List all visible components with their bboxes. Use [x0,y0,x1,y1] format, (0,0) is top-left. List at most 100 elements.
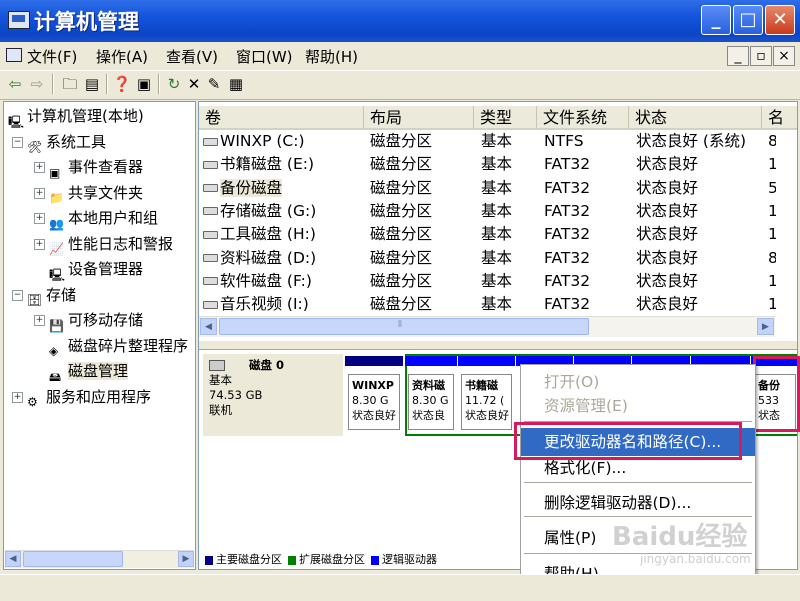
extra-icon[interactable]: ▦ [226,74,246,94]
tree-item[interactable]: 🖴 磁盘管理 [34,359,129,384]
collapse-icon[interactable]: − [12,289,23,301]
volume-list-horizontal-scrollbar[interactable]: ◀ ⦀ ▶ [199,316,775,337]
cell-capacity: 1 [768,223,776,246]
title-bar[interactable]: 计算机管理 _ □ ✕ [0,0,800,42]
volume-row[interactable]: 备份磁盘 磁盘分区 基本 FAT32 状态良好 5 [199,177,776,200]
menu-item-explore[interactable]: 资源管理(E) [521,392,755,420]
settings-icon[interactable]: ✎ [204,74,224,94]
computer-management-icon [8,11,30,29]
tree-item[interactable]: − 🛠 系统工具 [12,130,106,154]
collapse-icon[interactable]: − [12,136,23,148]
defrag-icon: ◈ [49,344,59,358]
menu-view[interactable]: 查看(V) [166,46,218,67]
tree-item[interactable]: + 📁 共享文件夹 [34,181,143,205]
cell-filesystem: FAT32 [544,225,591,244]
menu-action[interactable]: 操作(A) [96,46,148,67]
cell-status: 状态良好 [636,295,699,314]
partition-block[interactable]: WINXP 8.30 G 状态良好 [345,354,403,436]
tree-item-label: 可移动存储 [68,311,144,329]
cell-filesystem: NTFS [544,132,584,150]
cell-status: 状态良好 [636,178,699,197]
volume-icon [203,184,218,193]
show-tree-icon[interactable]: ▤ [82,74,102,94]
column-header-type[interactable]: 类型 [474,106,537,130]
back-icon[interactable]: ⇦ [5,74,25,94]
removable-storage-icon: 💾 [49,318,64,333]
volume-name: 软件磁盘 (F:) [220,271,312,290]
tree-item[interactable]: 🖳 设备管理器 [34,257,143,282]
cell-type: 基本 [481,178,513,197]
console-tree[interactable]: 🖳 计算机管理(本地) − 🛠 系统工具 + ▣ 事件查看器 + 📁 共享文件夹 + 👥 本地用户和组 + 📈… [3,101,196,570]
column-header-capacity[interactable]: 名 [762,106,797,130]
scroll-right-button[interactable]: ▶ [757,318,774,335]
delete-icon[interactable]: ✕ [184,74,204,94]
column-header-volume[interactable]: 卷 [199,106,364,130]
tree-horizontal-scrollbar[interactable]: ◀ ▶ [5,550,194,568]
help-icon[interactable]: ▣ [134,74,154,94]
expand-icon[interactable]: + [34,162,45,173]
tree-item[interactable]: + 📈 性能日志和警报 [34,232,173,256]
expand-icon[interactable]: + [34,238,45,250]
volume-row[interactable]: WINXP (C:) 磁盘分区 基本 NTFS 状态良好 (系统) 8 [199,130,776,153]
legend: 主要磁盘分区 扩展磁盘分区 逻辑驱动器 [203,551,441,567]
child-close-button[interactable]: × [773,46,795,66]
refresh-icon[interactable]: ↻ [164,74,184,94]
pane-splitter[interactable] [199,340,797,350]
volume-row[interactable]: 资料磁盘 (D:) 磁盘分区 基本 FAT32 状态良好 8 [199,247,776,270]
disk-size: 74.53 GB [209,388,263,402]
expand-icon[interactable]: + [34,213,45,224]
tree-item[interactable]: + 💾 可移动存储 [34,308,144,333]
volume-row[interactable]: 书籍磁盘 (E:) 磁盘分区 基本 FAT32 状态良好 1 [199,153,776,176]
tree-item[interactable]: + ⚙ 服务和应用程序 [12,385,151,409]
maximize-button[interactable]: □ [733,5,763,35]
scroll-left-button[interactable]: ◀ [200,318,217,335]
child-restore-button[interactable]: ▫ [750,46,772,66]
volume-icon [203,230,218,239]
up-icon[interactable]: 🗀 [60,74,80,94]
close-button[interactable]: ✕ [765,5,795,35]
menu-window[interactable]: 窗口(W) [236,46,293,67]
scrollbar-thumb[interactable]: ⦀ [219,318,589,335]
tree-item[interactable]: + 👥 本地用户和组 [34,206,158,231]
volume-icon [203,277,218,286]
tree-item[interactable]: − 🗄 存储 [12,283,76,307]
tree-item[interactable]: + ▣ 事件查看器 [34,155,143,180]
cell-volume: 资料磁盘 (D:) [203,247,316,270]
expand-icon[interactable]: + [12,391,23,403]
menu-item-delete-logical-drive[interactable]: 删除逻辑驱动器(D)... [521,489,755,517]
expand-icon[interactable]: + [34,315,45,326]
legend-label: 扩展磁盘分区 [299,553,365,566]
disk-type: 基本 [209,373,232,387]
column-header-status[interactable]: 状态 [629,106,762,130]
cell-capacity: 1 [768,153,776,176]
cell-filesystem: FAT32 [544,178,591,197]
forward-icon[interactable]: ⇨ [27,74,47,94]
expand-icon[interactable]: + [34,187,45,199]
volume-row[interactable]: 工具磁盘 (H:) 磁盘分区 基本 FAT32 状态良好 1 [199,223,776,246]
cell-layout: 磁盘分区 [370,132,433,150]
toolbar: ⇦ ⇨ 🗀 ▤ ❓ ▣ ↻ ✕ ✎ ▦ [0,70,800,100]
legend-item: 扩展磁盘分区 [286,553,365,566]
column-header-layout[interactable]: 布局 [364,106,474,130]
volume-row[interactable]: 软件磁盘 (F:) 磁盘分区 基本 FAT32 状态良好 1 [199,270,776,293]
volume-icon [203,254,218,262]
tree-item[interactable]: 🖳 计算机管理(本地) [8,104,144,129]
tree-item-label: 存储 [46,285,77,304]
column-header-filesystem[interactable]: 文件系统 [537,106,629,130]
volume-row[interactable]: 存储磁盘 (G:) 磁盘分区 基本 FAT32 状态良好 1 [199,200,776,223]
tree-item[interactable]: ◈ 磁盘碎片整理程序 [34,334,188,359]
menu-help[interactable]: 帮助(H) [305,46,358,67]
menu-bar: 文件(F) 操作(A) 查看(V) 窗口(W) 帮助(H) [0,42,800,70]
volume-row[interactable]: 音乐视频 (I:) 磁盘分区 基本 FAT32 状态良好 1 [199,293,776,316]
computer-icon: 🖳 [8,114,25,129]
properties-icon[interactable]: ❓ [112,74,132,94]
disk-info[interactable]: 磁盘 0 基本 74.53 GB 联机 [203,354,343,436]
child-minimize-button[interactable]: _ [727,46,749,66]
minimize-button[interactable]: _ [701,5,731,35]
cell-type: 基本 [481,155,513,174]
cell-type: 基本 [481,295,513,314]
annotation-box-backup-partition [753,356,800,432]
menu-file[interactable]: 文件(F) [27,46,77,67]
partition-block[interactable]: 资料磁 8.30 G 状态良 [405,354,457,436]
partition-block[interactable]: 书籍磁 11.72 (状态良好 [458,354,515,436]
